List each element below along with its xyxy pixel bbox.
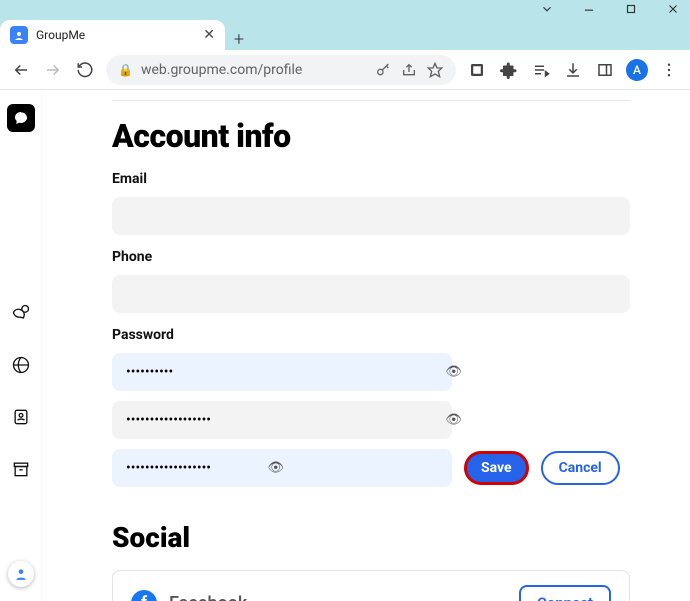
kebab-menu-icon[interactable] — [658, 59, 680, 81]
groupme-logo-icon[interactable] — [7, 104, 35, 132]
account-info-heading: Account info — [112, 117, 630, 155]
close-tab-icon[interactable]: ✕ — [203, 27, 215, 43]
discover-icon[interactable] — [10, 354, 32, 376]
app-sidebar — [0, 90, 42, 601]
email-field[interactable] — [112, 197, 630, 235]
social-heading: Social — [112, 521, 630, 554]
archive-icon[interactable] — [10, 458, 32, 480]
extensions-icon[interactable] — [498, 59, 520, 81]
star-icon[interactable] — [426, 62, 444, 78]
maximize-icon[interactable] — [624, 2, 638, 16]
eye-icon[interactable]: 👁 — [445, 413, 462, 428]
browser-tab[interactable]: GroupMe ✕ — [0, 20, 225, 50]
minimize-icon[interactable] — [582, 2, 596, 16]
forward-button[interactable] — [42, 59, 64, 81]
reload-button[interactable] — [74, 59, 96, 81]
email-label: Email — [112, 171, 630, 187]
phone-label: Phone — [112, 249, 630, 265]
browser-tabbar: GroupMe ✕ + — [0, 18, 690, 50]
close-window-icon[interactable] — [666, 2, 680, 16]
save-button[interactable]: Save — [464, 451, 529, 485]
app-viewport: Account info Email Phone Password 👁 👁 👁 … — [0, 90, 690, 601]
tab-title: GroupMe — [36, 28, 85, 42]
key-icon[interactable] — [374, 62, 392, 78]
lock-icon: 🔒 — [118, 63, 133, 77]
facebook-icon: f — [131, 590, 157, 601]
new-tab-button[interactable]: + — [225, 29, 253, 50]
profile-avatar[interactable]: A — [626, 59, 648, 81]
divider — [112, 100, 630, 101]
facebook-label: Facebook — [169, 593, 519, 601]
phone-field[interactable] — [112, 275, 630, 313]
share-icon[interactable] — [400, 62, 418, 78]
sidepanel-icon[interactable] — [594, 59, 616, 81]
current-password-field[interactable] — [112, 353, 452, 391]
download-icon[interactable] — [562, 59, 584, 81]
address-bar[interactable]: 🔒 web.groupme.com/profile — [106, 55, 456, 85]
chats-icon[interactable] — [10, 302, 32, 324]
eye-icon[interactable]: 👁 — [267, 461, 284, 476]
groupme-favicon-icon — [10, 26, 28, 44]
url-text: web.groupme.com/profile — [141, 62, 366, 78]
new-password-field[interactable] — [112, 401, 452, 439]
user-badge-icon[interactable] — [8, 561, 34, 587]
back-button[interactable] — [10, 59, 32, 81]
password-label: Password — [112, 327, 630, 343]
browser-toolbar: 🔒 web.groupme.com/profile A — [0, 50, 690, 90]
eye-icon[interactable]: 👁 — [445, 365, 462, 380]
window-controls — [0, 0, 690, 18]
chevron-down-icon[interactable] — [540, 2, 554, 16]
facebook-row: f Facebook Connect — [112, 570, 630, 601]
screenshot-icon[interactable] — [466, 59, 488, 81]
media-icon[interactable] — [530, 59, 552, 81]
main-content: Account info Email Phone Password 👁 👁 👁 … — [42, 90, 690, 601]
contacts-icon[interactable] — [10, 406, 32, 428]
connect-button[interactable]: Connect — [519, 585, 611, 601]
cancel-button[interactable]: Cancel — [541, 451, 620, 485]
